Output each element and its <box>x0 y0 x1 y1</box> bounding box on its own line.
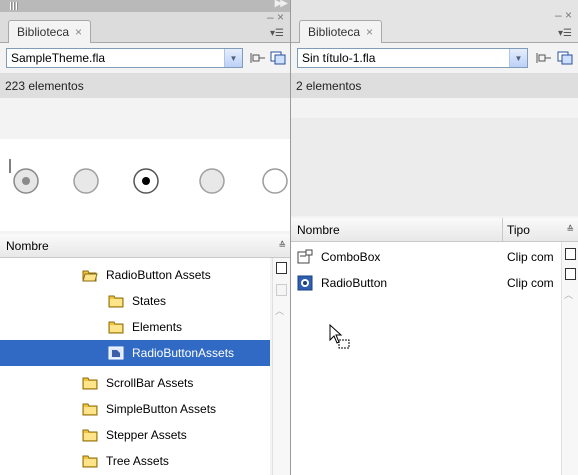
sort-order-icon[interactable]: ≙ <box>566 224 574 235</box>
list-item[interactable]: ComboBox Clip com <box>297 244 559 270</box>
item-count: 2 elementos <box>296 78 362 93</box>
folder-icon <box>108 295 124 308</box>
library-file-value: Sin título-1.fla <box>302 51 376 65</box>
pin-icon[interactable] <box>250 51 266 65</box>
chevron-down-icon[interactable]: ▼ <box>224 49 242 67</box>
collapse-arrows-icon[interactable]: ▶▶ <box>275 0 288 9</box>
folder-icon <box>82 429 98 442</box>
panel-menu-icon[interactable]: ▾☰ <box>558 28 572 39</box>
library-toolbar: Sin título-1.fla ▼ <box>291 43 578 73</box>
vertical-scrollbar[interactable]: ︿ <box>561 242 578 475</box>
vertical-scrollbar[interactable]: ︿ <box>272 258 290 475</box>
library-item-list: ComboBox Clip com RadioButton Clip com <box>291 242 561 475</box>
folder-icon <box>82 403 98 416</box>
tab-label: Biblioteca <box>17 25 70 39</box>
column-type-label[interactable]: Tipo <box>507 223 530 237</box>
properties-icon[interactable] <box>565 268 576 280</box>
component-icon <box>297 249 313 264</box>
list-item-label: RadioButtonAssets <box>132 346 235 360</box>
sort-order-icon[interactable]: ≙ <box>278 240 286 251</box>
tab-row: Biblioteca × – × ▾☰ <box>0 10 290 43</box>
properties-icon[interactable] <box>276 284 287 296</box>
list-item-label: Elements <box>132 320 183 334</box>
list-item-label: Tree Assets <box>106 454 169 468</box>
drag-cursor-icon <box>329 324 350 349</box>
symbol-preview <box>0 139 290 231</box>
window-buttons: – × <box>267 10 284 24</box>
library-panel-left: ▶▶ Biblioteca × – × ▾☰ SampleTheme.fla ▼… <box>0 0 291 475</box>
new-library-panel-icon[interactable] <box>557 51 573 65</box>
list-item[interactable]: States <box>108 288 270 314</box>
movieclip-icon <box>108 346 124 360</box>
grip-icon[interactable] <box>10 2 18 10</box>
column-header-name[interactable]: Nombre ≙ <box>0 234 290 258</box>
panel-menu-icon[interactable]: ▾☰ <box>270 28 284 39</box>
minimize-icon[interactable]: – <box>267 10 274 24</box>
library-file-select[interactable]: Sin título-1.fla ▼ <box>297 48 528 68</box>
close-panel-icon[interactable]: × <box>565 8 572 22</box>
list-item[interactable]: Elements <box>108 314 270 340</box>
list-item-label: ComboBox <box>321 250 381 264</box>
radio-button-preview <box>9 159 288 194</box>
folder-icon <box>82 455 98 468</box>
list-item[interactable]: RadioButton Clip com <box>297 270 559 296</box>
list-item-label: States <box>132 294 167 308</box>
column-name-label[interactable]: Nombre <box>291 223 340 237</box>
column-header-row: Nombre Tipo ≙ <box>291 218 578 242</box>
tab-row: Biblioteca × – × ▾☰ <box>291 0 578 43</box>
item-count-bar: 2 elementos <box>291 73 578 98</box>
new-folder-icon[interactable] <box>565 248 576 260</box>
list-item-label: Stepper Assets <box>106 428 187 442</box>
folder-icon <box>108 321 124 334</box>
chevron-down-icon[interactable]: ▼ <box>509 49 527 67</box>
tab-close-icon[interactable]: × <box>366 25 373 39</box>
list-item[interactable]: ScrollBar Assets <box>82 370 270 396</box>
library-item-list: RadioButton Assets States Elements Radio… <box>0 258 270 475</box>
list-item[interactable]: Stepper Assets <box>82 422 270 448</box>
list-item[interactable]: RadioButton Assets <box>82 262 270 288</box>
folder-open-icon <box>82 270 98 282</box>
list-item-selected[interactable]: RadioButtonAssets <box>0 340 270 366</box>
radio-preview-4 <box>199 168 225 194</box>
list-item-label: SimpleButton Assets <box>106 402 217 416</box>
list-item[interactable]: Tree Assets <box>82 448 270 474</box>
folder-icon <box>82 377 98 390</box>
radio-component-icon <box>297 275 313 291</box>
library-file-select[interactable]: SampleTheme.fla ▼ <box>6 48 243 68</box>
item-count: 223 elementos <box>5 78 84 93</box>
scroll-up-icon[interactable]: ︿ <box>564 288 573 301</box>
list-item[interactable]: SimpleButton Assets <box>82 396 270 422</box>
close-panel-icon[interactable]: × <box>277 10 284 24</box>
tab-close-icon[interactable]: × <box>75 25 82 39</box>
new-folder-icon[interactable] <box>276 262 287 274</box>
scroll-up-icon[interactable]: ︿ <box>275 304 284 317</box>
list-item-type: Clip com <box>507 276 554 290</box>
item-count-bar: 223 elementos <box>0 73 290 98</box>
library-panel-right: Biblioteca × – × ▾☰ Sin título-1.fla ▼ 2… <box>291 0 578 475</box>
minimize-icon[interactable]: – <box>555 8 562 22</box>
tab-biblioteca[interactable]: Biblioteca × <box>299 20 383 43</box>
list-item-type: Clip com <box>507 250 554 264</box>
library-toolbar: SampleTheme.fla ▼ <box>0 43 290 73</box>
window-buttons: – × <box>555 8 572 22</box>
tab-biblioteca[interactable]: Biblioteca × <box>8 20 92 43</box>
list-item-label: RadioButton Assets <box>106 268 211 282</box>
radio-preview-2 <box>73 168 99 194</box>
new-library-panel-icon[interactable] <box>270 51 286 65</box>
symbol-preview <box>291 118 578 216</box>
panel-title-bar[interactable]: ▶▶ <box>0 0 290 12</box>
list-item-label: RadioButton <box>321 276 388 290</box>
radio-preview-5 <box>262 168 288 194</box>
column-name-label: Nombre <box>6 238 49 253</box>
library-file-value: SampleTheme.fla <box>11 51 106 65</box>
list-item-label: ScrollBar Assets <box>106 376 194 390</box>
tab-label: Biblioteca <box>308 25 361 39</box>
pin-icon[interactable] <box>536 51 552 65</box>
